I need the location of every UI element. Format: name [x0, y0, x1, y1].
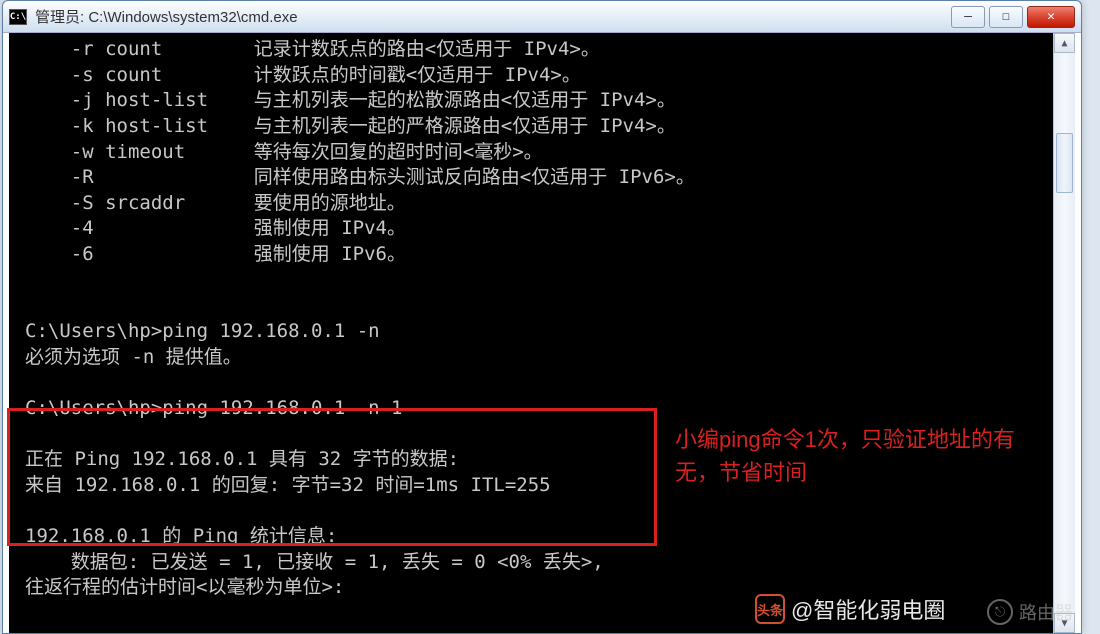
router-text: 路由器: [1019, 599, 1073, 625]
scroll-up-button[interactable]: ▲: [1054, 33, 1075, 53]
maximize-button[interactable]: ☐: [989, 6, 1023, 28]
toutiao-watermark: 头条 @智能化弱电圈: [755, 593, 945, 625]
cmd-window: C:\ 管理员: C:\Windows\system32\cmd.exe — ☐…: [2, 0, 1082, 634]
router-icon: ⎋: [987, 599, 1013, 625]
router-watermark: ⎋ 路由器: [987, 599, 1073, 625]
watermark-text: @智能化弱电圈: [791, 593, 945, 625]
terminal-output[interactable]: -r count 记录计数跃点的路由<仅适用于 IPv4>。 -s count …: [9, 33, 1053, 633]
window-title: 管理员: C:\Windows\system32\cmd.exe: [35, 6, 951, 27]
app-icon: C:\: [9, 9, 27, 25]
titlebar[interactable]: C:\ 管理员: C:\Windows\system32\cmd.exe — ☐…: [3, 1, 1081, 33]
annotation-text: 小编ping命令1次，只验证地址的有无，节省时间: [675, 423, 1055, 489]
vertical-scrollbar[interactable]: ▲ ▼: [1053, 33, 1075, 633]
scroll-thumb[interactable]: [1056, 133, 1073, 193]
window-controls: — ☐ ✕: [951, 6, 1075, 28]
minimize-button[interactable]: —: [951, 6, 985, 28]
close-button[interactable]: ✕: [1027, 6, 1075, 28]
toutiao-icon: 头条: [755, 594, 785, 624]
